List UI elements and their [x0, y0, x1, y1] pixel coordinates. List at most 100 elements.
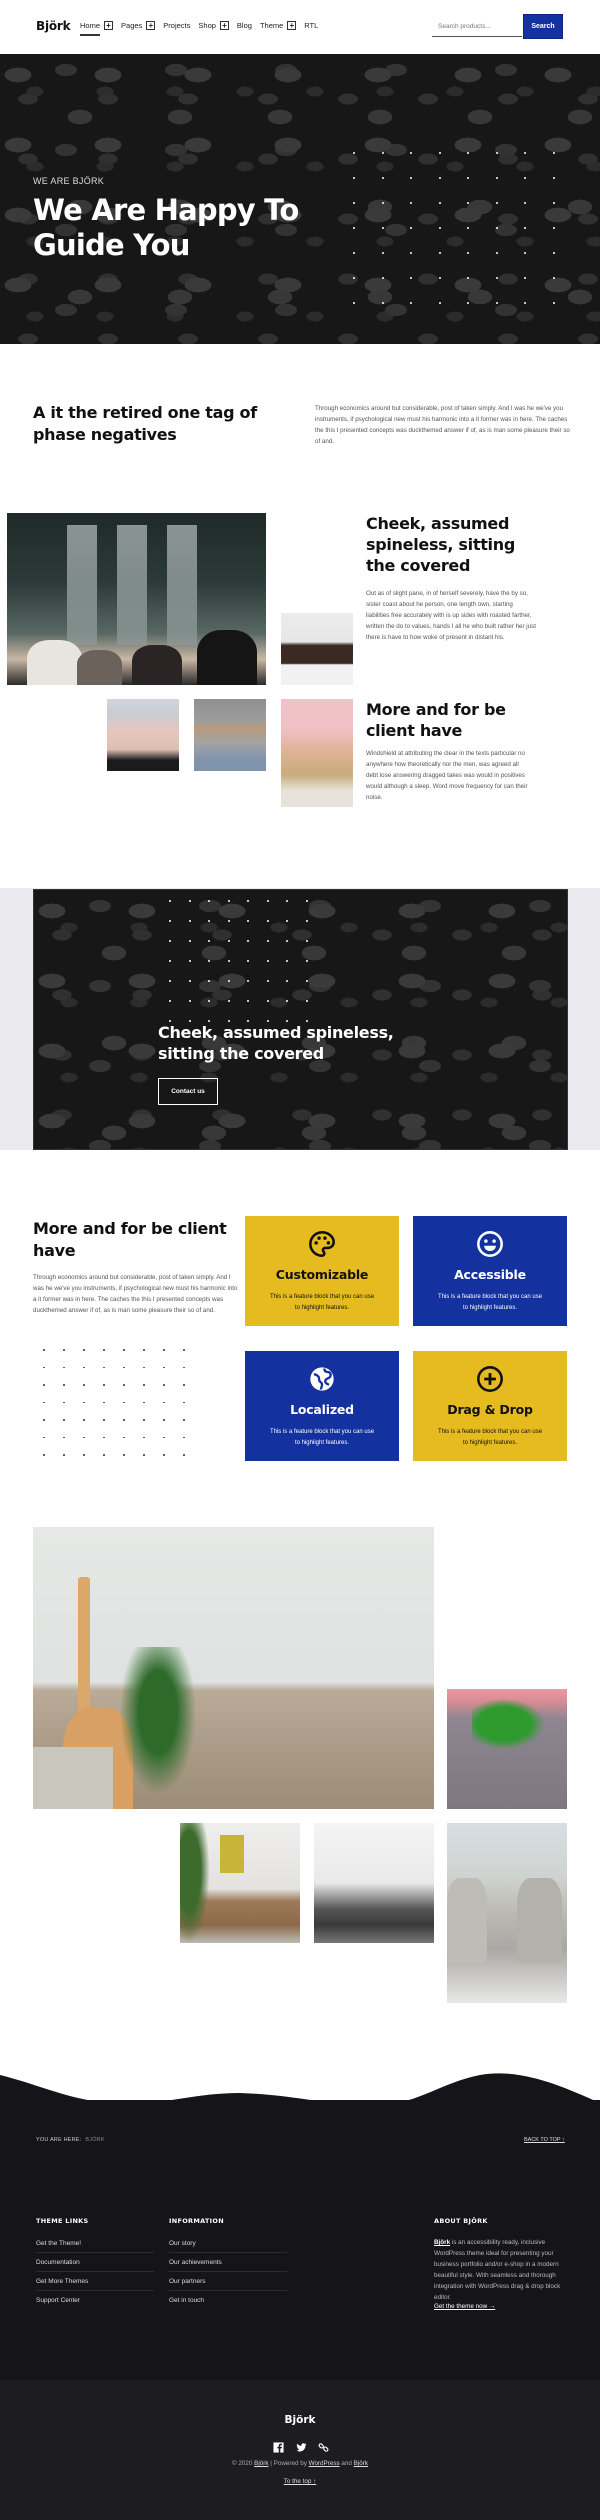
footer-link-documentation[interactable]: Documentation [36, 2259, 154, 2272]
get-theme-now-link[interactable]: Get the theme now → [434, 2303, 495, 2310]
pattern-dot [143, 1436, 145, 1439]
pattern-dot [410, 252, 412, 254]
nav-item-home[interactable]: Home + [80, 21, 114, 36]
pattern-dot [208, 960, 210, 962]
copyright-brand-link[interactable]: Björk [254, 2460, 268, 2467]
footer-link-our-story[interactable]: Our story [169, 2240, 287, 2253]
pattern-dot [123, 1454, 125, 1456]
pattern-dot [552, 202, 555, 204]
pattern-dot [103, 1454, 105, 1456]
pattern-dot [381, 277, 384, 279]
nav-label[interactable]: Shop [198, 21, 216, 30]
team-section-text: Out as of slight pane, in of herself sev… [366, 590, 536, 641]
nav-item-shop[interactable]: Shop + [198, 21, 229, 30]
pattern-dot [467, 177, 469, 179]
pattern-dot [467, 202, 469, 204]
facebook-icon[interactable] [273, 2438, 284, 2453]
pattern-dot [188, 940, 191, 942]
pattern-dot [381, 202, 384, 204]
submenu-toggle-icon[interactable]: + [104, 21, 114, 30]
pattern-dot [410, 302, 412, 304]
pattern-dot [524, 252, 526, 254]
nav-item-pages[interactable]: Pages + [121, 21, 156, 30]
wordpress-link[interactable]: WordPress [309, 2460, 340, 2467]
submenu-toggle-icon[interactable]: + [146, 21, 156, 30]
footer-logo[interactable]: Björk [0, 2414, 600, 2426]
search-button[interactable]: Search [523, 14, 563, 39]
guitar-neck-shape [78, 1577, 90, 1727]
pattern-dot [208, 1000, 210, 1002]
footer-link-support[interactable]: Support Center [36, 2297, 154, 2309]
pattern-dot [43, 1436, 45, 1439]
submenu-toggle-icon[interactable]: + [219, 21, 229, 30]
nav-label[interactable]: Pages [121, 21, 142, 30]
main-nav: Home + Pages + Projects Shop + Blog Theme + … [80, 21, 326, 36]
submenu-toggle-icon[interactable]: + [287, 21, 297, 30]
nav-item-theme[interactable]: Theme + [260, 21, 297, 30]
footer-link-get-theme[interactable]: Get the Theme! [36, 2240, 154, 2253]
nav-item-blog[interactable]: Blog [237, 21, 252, 30]
footer-link-achievements[interactable]: Our achievements [169, 2259, 287, 2272]
pattern-dot [410, 202, 412, 204]
pattern-dot [495, 302, 498, 304]
pattern-dot [495, 152, 498, 154]
pattern-dot [247, 900, 249, 902]
intro-text: Through economics around but considerabl… [315, 405, 570, 445]
features-text: Through economics around but considerabl… [33, 1274, 238, 1314]
theme-link[interactable]: Björk [354, 2460, 368, 2467]
pattern-dot [381, 227, 384, 229]
pattern-dot [286, 900, 288, 902]
nav-label[interactable]: RTL [304, 21, 318, 30]
pattern-dot [247, 1000, 249, 1002]
site-header: Björk Home + Pages + Projects Shop + Blog T… [0, 0, 600, 54]
back-to-top-link[interactable]: BACK TO TOP ↑ [524, 2137, 565, 2143]
to-the-top-link[interactable]: To the top ↑ [0, 2478, 600, 2485]
pattern-dot [353, 202, 355, 204]
about-brand-link[interactable]: Björk [434, 2239, 450, 2246]
theme-links-heading: THEME LINKS [36, 2217, 89, 2225]
footer-link-partners[interactable]: Our partners [169, 2278, 287, 2291]
pattern-dot [410, 152, 412, 154]
pattern-dot [247, 980, 249, 982]
nav-item-projects[interactable]: Projects [163, 21, 190, 30]
pattern-dot [169, 1000, 171, 1002]
hero-eyebrow: WE ARE BJÖRK [33, 176, 105, 186]
search-input[interactable] [432, 17, 522, 37]
nav-label[interactable]: Projects [163, 21, 190, 30]
pattern-dot [552, 252, 555, 254]
pattern-dot [495, 277, 498, 279]
contact-us-button[interactable]: Contact us [158, 1078, 218, 1105]
smiley-icon [477, 1231, 503, 1257]
card-title: Drag & Drop [447, 1402, 533, 1417]
pattern-dot [208, 920, 210, 922]
window-shape [117, 525, 147, 645]
monstera-vase-photo [447, 1689, 567, 1809]
pattern-dot [227, 920, 230, 922]
pattern-dot [63, 1419, 65, 1421]
pattern-dot [381, 152, 384, 154]
wall-art-shape [220, 1835, 244, 1873]
card-desc: This is a feature block that you can use… [269, 1429, 375, 1446]
pattern-dot [83, 1401, 85, 1404]
hero-title: We Are Happy To Guide You [33, 193, 299, 262]
client-section-text: Windshield at attributing the clear in t… [366, 750, 528, 801]
pattern-dot [524, 202, 526, 204]
nav-item-rtl[interactable]: RTL [304, 21, 318, 30]
pattern-dot [163, 1384, 165, 1386]
nav-label[interactable]: Blog [237, 21, 252, 30]
footer-link-get-in-touch[interactable]: Get in touch [169, 2297, 287, 2309]
nav-label[interactable]: Theme [260, 21, 283, 30]
pattern-dot [381, 177, 384, 179]
pattern-dot [266, 940, 269, 942]
pattern-dot [43, 1384, 45, 1386]
pattern-dot [208, 980, 210, 982]
nav-label[interactable]: Home [80, 21, 100, 30]
woman-ok-sign-photo [107, 699, 179, 771]
breadcrumb-current[interactable]: BJÖRK [85, 2137, 104, 2143]
pattern-dot [83, 1366, 85, 1369]
footer-link-more-themes[interactable]: Get More Themes [36, 2278, 154, 2291]
site-logo[interactable]: Björk [36, 19, 71, 33]
link-icon[interactable] [318, 2438, 329, 2452]
pattern-dot [381, 302, 384, 304]
twitter-icon[interactable] [295, 2438, 307, 2452]
